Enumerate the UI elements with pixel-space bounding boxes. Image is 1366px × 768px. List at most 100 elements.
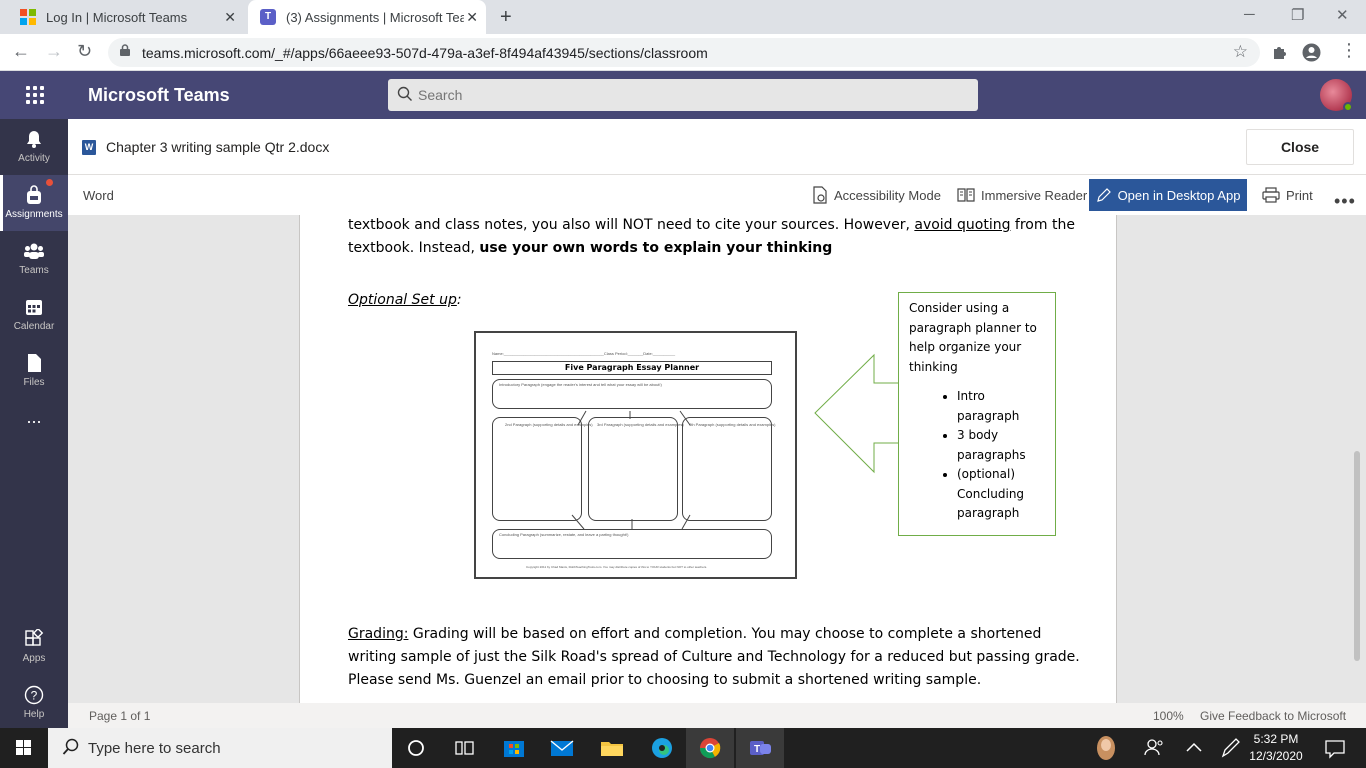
- body-line-2: textbook. Instead, use your own words to…: [348, 240, 833, 256]
- document-canvas: textbook and class notes, you also will …: [68, 215, 1366, 703]
- rail-item-assignments[interactable]: Assignments: [0, 175, 68, 231]
- print-button[interactable]: Print: [1262, 179, 1313, 211]
- close-tab-icon[interactable]: ✕: [224, 9, 236, 26]
- planner-arrows: [571, 410, 691, 530]
- word-app-label: Word: [83, 188, 114, 203]
- browser-tab-assignments[interactable]: T (3) Assignments | Microsoft Team ✕: [248, 0, 486, 34]
- browser-tab-strip: Log In | Microsoft Teams ✕ T (3) Assignm…: [0, 0, 1366, 34]
- forward-icon[interactable]: →: [45, 41, 63, 62]
- close-tab-icon[interactable]: ✕: [466, 9, 478, 26]
- microsoft-logo-icon: [20, 9, 36, 25]
- clock-time: 5:32 PM: [1253, 732, 1299, 746]
- open-in-desktop-app-button[interactable]: Open in Desktop App: [1089, 179, 1247, 211]
- taskbar-search-placeholder: Type here to search: [88, 740, 221, 757]
- teams-app-rail: Activity Assignments Teams Calendar File…: [0, 119, 68, 728]
- back-icon[interactable]: ←: [12, 41, 30, 62]
- rail-label: Help: [23, 709, 45, 720]
- svg-text:T: T: [754, 744, 760, 755]
- more-apps-icon: ...: [26, 407, 42, 427]
- windows-start-icon[interactable]: [0, 728, 48, 768]
- immersive-reader-icon: [957, 188, 975, 202]
- presence-available-icon: [1343, 102, 1353, 112]
- user-photo-icon[interactable]: [1082, 728, 1130, 768]
- app-title: Microsoft Teams: [88, 85, 230, 105]
- accessibility-mode-label: Accessibility Mode: [834, 187, 941, 203]
- more-options-icon[interactable]: •••: [1334, 185, 1356, 217]
- notifications-icon[interactable]: [1310, 728, 1358, 768]
- callout-text: Consider using a paragraph planner to he…: [909, 301, 1037, 374]
- search-icon: [62, 738, 79, 755]
- search-input[interactable]: [418, 85, 958, 105]
- edge-icon[interactable]: [638, 728, 686, 768]
- rail-item-teams[interactable]: Teams: [0, 231, 68, 287]
- rail-label: Apps: [22, 653, 46, 664]
- browser-menu-icon[interactable]: ⋮: [1340, 40, 1358, 61]
- bookmark-star-icon[interactable]: ☆: [1233, 42, 1248, 62]
- lock-icon: [120, 44, 130, 56]
- immersive-reader-label: Immersive Reader: [981, 187, 1088, 203]
- file-explorer-icon[interactable]: [588, 728, 636, 768]
- printer-icon: [1262, 187, 1280, 203]
- status-bar: Page 1 of 1 100% Give Feedback to Micros…: [68, 703, 1366, 728]
- apps-grid-icon: [25, 629, 44, 646]
- cortana-icon[interactable]: [392, 728, 440, 768]
- open-desktop-label: Open in Desktop App: [1117, 187, 1241, 203]
- taskbar-search-box[interactable]: Type here to search: [48, 728, 392, 768]
- rail-item-help[interactable]: ? Help: [0, 675, 68, 731]
- tab-title: (3) Assignments | Microsoft Team: [286, 9, 464, 25]
- rail-label: Assignments: [5, 209, 63, 220]
- profile-icon[interactable]: [1302, 43, 1321, 62]
- rail-label: Files: [23, 377, 45, 388]
- teams-taskbar-icon[interactable]: T: [736, 728, 784, 768]
- rail-item-calendar[interactable]: Calendar: [0, 287, 68, 343]
- minimize-icon[interactable]: ─: [1244, 6, 1255, 23]
- svg-text:?: ?: [31, 689, 38, 703]
- immersive-reader-button[interactable]: Immersive Reader: [957, 179, 1087, 211]
- extensions-puzzle-icon[interactable]: [1271, 44, 1288, 61]
- store-icon[interactable]: [490, 728, 538, 768]
- calendar-icon: [26, 300, 42, 315]
- word-doc-icon: W: [82, 140, 96, 155]
- vertical-scrollbar[interactable]: [1354, 451, 1360, 661]
- accessibility-mode-button[interactable]: Accessibility Mode: [812, 179, 941, 211]
- new-tab-button[interactable]: +: [500, 6, 512, 29]
- rail-more-button[interactable]: ...: [0, 407, 68, 445]
- teams-search-box[interactable]: [388, 79, 978, 111]
- callout-list-item: Intro paragraph: [957, 387, 1047, 426]
- document-header: W Chapter 3 writing sample Qtr 2.docx Cl…: [68, 119, 1366, 175]
- notification-dot-icon: [46, 179, 53, 186]
- rail-label: Teams: [19, 265, 49, 276]
- help-icon: ?: [24, 685, 44, 705]
- callout-list-item: 3 body paragraphs: [957, 426, 1047, 465]
- restore-icon[interactable]: ❐: [1291, 6, 1304, 24]
- window-close-icon[interactable]: ✕: [1336, 6, 1349, 24]
- callout-arrow-shape: [814, 353, 901, 474]
- address-bar[interactable]: teams.microsoft.com/_#/apps/66aeee93-507…: [108, 38, 1260, 67]
- zoom-level[interactable]: 100%: [1153, 709, 1184, 723]
- clock-date: 12/3/2020: [1249, 749, 1303, 763]
- chrome-icon[interactable]: [686, 728, 734, 768]
- mail-icon[interactable]: [538, 728, 586, 768]
- rail-item-files[interactable]: Files: [0, 343, 68, 399]
- app-launcher-icon[interactable]: [26, 86, 44, 104]
- close-button[interactable]: Close: [1246, 129, 1354, 165]
- page-count: Page 1 of 1: [89, 709, 151, 723]
- feedback-link[interactable]: Give Feedback to Microsoft: [1200, 709, 1346, 723]
- document-page: textbook and class notes, you also will …: [299, 215, 1117, 703]
- url-text: teams.microsoft.com/_#/apps/66aeee93-507…: [142, 45, 708, 61]
- callout-list: Intro paragraph 3 body paragraphs (optio…: [957, 387, 1047, 524]
- reload-icon[interactable]: ↻: [77, 41, 92, 62]
- rail-item-apps[interactable]: Apps: [0, 619, 68, 675]
- grading-line-3: Please send Ms. Guenzel an email prior t…: [348, 672, 982, 688]
- search-icon: [397, 86, 412, 101]
- system-clock[interactable]: 5:32 PM 12/3/2020: [1240, 731, 1312, 765]
- optional-setup-heading: Optional Set up:: [348, 292, 462, 308]
- rail-item-activity[interactable]: Activity: [0, 119, 68, 175]
- browser-tab-login[interactable]: Log In | Microsoft Teams ✕: [8, 0, 244, 34]
- user-avatar[interactable]: [1320, 79, 1353, 112]
- task-view-icon[interactable]: [440, 728, 488, 768]
- pencil-icon: [1096, 188, 1111, 202]
- essay-planner-image: Name:___________________________________…: [474, 331, 797, 579]
- callout-list-item: (optional) Concluding paragraph: [957, 465, 1047, 524]
- teams-people-icon: [24, 243, 44, 259]
